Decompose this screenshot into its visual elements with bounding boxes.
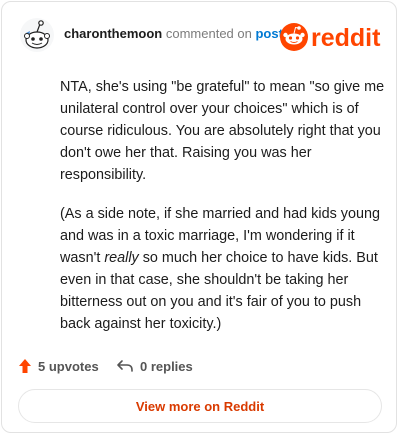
upvote-arrow-icon: [19, 359, 31, 373]
comment-header: charonthemoon commented on post reddit: [20, 18, 382, 54]
action-text: commented on: [165, 26, 252, 41]
reddit-wordmark: reddit: [311, 24, 381, 52]
reddit-comment-card: charonthemoon commented on post reddit N…: [1, 1, 397, 433]
comment-emphasis: really: [104, 250, 139, 266]
replies-button[interactable]: 0 replies: [116, 355, 193, 377]
comment-meta: charonthemoon commented on post: [64, 26, 283, 41]
avatar[interactable]: [20, 18, 54, 52]
upvote-count: 5 upvotes: [38, 358, 99, 374]
reddit-alien-icon: [280, 23, 308, 51]
upvote-button[interactable]: 5 upvotes: [18, 355, 99, 377]
view-more-button[interactable]: View more on Reddit: [18, 389, 382, 423]
comment-body: NTA, she's using "be grateful" to mean "…: [60, 76, 386, 352]
comment-paragraph-2: (As a side note, if she married and had …: [60, 203, 386, 335]
reddit-logo[interactable]: reddit: [278, 19, 382, 53]
comment-paragraph-1: NTA, she's using "be grateful" to mean "…: [60, 79, 385, 183]
reply-count: 0 replies: [140, 358, 193, 374]
username-link[interactable]: charonthemoon: [64, 26, 162, 41]
reply-arrow-icon: [117, 360, 133, 372]
